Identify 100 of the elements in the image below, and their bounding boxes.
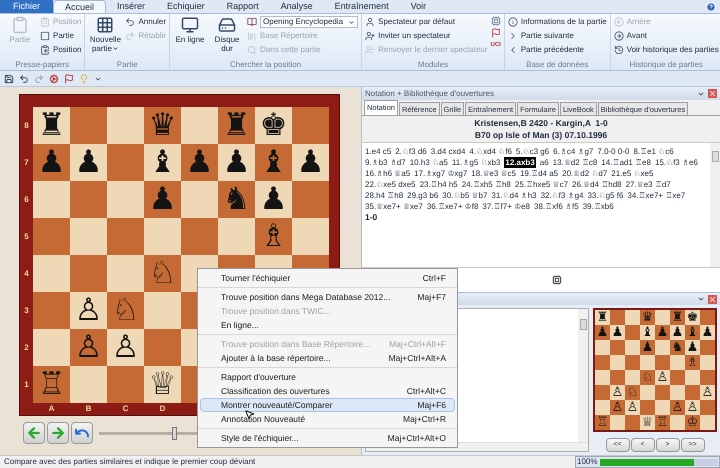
move-text[interactable]: 10.h3 ♘a5 (410, 157, 448, 168)
board-square[interactable] (595, 355, 610, 370)
board-square[interactable] (181, 218, 218, 255)
menu-item[interactable]: Montrer nouveauté/Comparer Maj+F6 (200, 398, 455, 412)
board-square[interactable] (700, 355, 715, 370)
board-square[interactable] (640, 385, 655, 400)
move-text[interactable]: 3.d4 cxd4 (430, 146, 466, 157)
board-square[interactable] (33, 181, 70, 218)
board-square[interactable] (670, 415, 685, 430)
current-move[interactable]: 12.axb3 (504, 157, 536, 168)
ribbon-tab[interactable]: Voir (400, 0, 438, 13)
dropdown[interactable]: Opening Encyclopedia (260, 16, 358, 28)
move-text[interactable]: 5.♘c3 g6 (516, 146, 550, 157)
board-square[interactable] (70, 255, 107, 292)
board-square[interactable] (181, 181, 218, 218)
chip-icon[interactable] (552, 275, 562, 285)
scrollbar[interactable] (710, 143, 720, 267)
file-tab[interactable]: Fichier (0, 0, 54, 13)
ribbon-button[interactable]: Nouvelle partie (88, 16, 122, 60)
board-square[interactable] (625, 310, 640, 325)
board-square[interactable] (670, 370, 685, 385)
move-text[interactable]: 30.♘b5 ♕b7 (442, 190, 488, 201)
move-text[interactable]: 1.e4 c5 (365, 146, 392, 157)
board-square[interactable] (670, 355, 685, 370)
move-text[interactable]: 39.♖xb6 (582, 201, 614, 212)
menu-item[interactable]: Classification des ouvertures Ctrl+Alt+C (200, 384, 455, 398)
board-square[interactable] (655, 355, 670, 370)
board-square[interactable] (625, 355, 640, 370)
board-square[interactable] (700, 340, 715, 355)
board-square[interactable] (595, 340, 610, 355)
move-text[interactable]: 20.♕d2 ♘d7 (562, 168, 608, 179)
board-square[interactable] (107, 144, 144, 181)
move-text[interactable]: 37.♖f7+ ♔e8 (482, 201, 530, 212)
board-square[interactable] (70, 181, 107, 218)
ribbon-tab[interactable]: Accueil (53, 0, 106, 13)
board-square[interactable] (33, 255, 70, 292)
move-text[interactable]: 23.♖h4 h5 (420, 179, 458, 190)
board-square[interactable] (144, 292, 181, 329)
move-text[interactable]: 36.♖xe7+ ♔f8 (426, 201, 478, 212)
flag-icon[interactable] (490, 28, 501, 38)
move-text[interactable]: 14.♖ad1 ♖e8 (601, 157, 651, 168)
board-square[interactable] (218, 218, 255, 255)
move-text[interactable]: 35.♕xe7+ ♕xe7 (365, 201, 423, 212)
board-square[interactable] (33, 292, 70, 329)
board-square[interactable] (107, 255, 144, 292)
ribbon-button[interactable]: Annuler (125, 16, 166, 28)
close-icon[interactable] (708, 294, 717, 304)
ribbon-button[interactable]: En ligne (173, 16, 208, 60)
board-square[interactable] (625, 340, 640, 355)
ribbon-button[interactable]: Informations de la partie (508, 16, 607, 28)
ribbon-button[interactable]: Spectateur par défaut (365, 16, 488, 28)
board-square[interactable] (33, 218, 70, 255)
forward-button[interactable] (47, 422, 69, 444)
ribbon-tab[interactable]: Analyse (270, 0, 324, 13)
ribbon-button[interactable]: Avant (614, 30, 719, 42)
board-square[interactable] (610, 370, 625, 385)
slider-thumb[interactable] (172, 426, 177, 440)
ribbon-button[interactable]: Partie suivante (508, 30, 607, 42)
board-square[interactable] (625, 325, 640, 340)
back-button[interactable] (23, 422, 45, 444)
board-square[interactable] (655, 400, 670, 415)
board-square[interactable] (595, 370, 610, 385)
ribbon-button[interactable]: Partie (40, 30, 82, 42)
board-square[interactable] (292, 218, 329, 255)
menu-item[interactable]: En ligne... (200, 318, 455, 332)
move-text[interactable]: 4.♘xd4 ♘f6 (469, 146, 512, 157)
move-text[interactable]: 32.♘f3 ♗g4 (540, 190, 584, 201)
menu-item[interactable]: Ajouter à la base répertoire... Maj+Ctrl+Alt+A (200, 351, 455, 365)
board-square[interactable] (685, 385, 700, 400)
move-text[interactable]: 19.♖d4 a5 (520, 168, 558, 179)
board-square[interactable] (640, 355, 655, 370)
ribbon-tab[interactable]: Entraînement (324, 0, 400, 13)
move-text[interactable]: 11.♗g5 ♘xb3 (452, 157, 500, 168)
ribbon-tab[interactable]: Echiquier (156, 0, 216, 13)
ribbon-button[interactable]: Voir historique des parties (614, 44, 719, 56)
move-text[interactable]: 26.♕d4 ♖hd8 (572, 179, 622, 190)
ribbon-button[interactable]: Disque dur (210, 16, 244, 60)
ribbon-tab[interactable]: Insérer (106, 0, 156, 13)
move-text[interactable]: 17.♗xg7 ♔xg7 (414, 168, 468, 179)
move-text[interactable]: 31.♘d4 ♗h3 (491, 190, 537, 201)
gear-icon[interactable] (49, 74, 59, 84)
board-square[interactable] (595, 385, 610, 400)
move-text[interactable]: 24.♖xh5 ♖h8 (462, 179, 511, 190)
menu-item[interactable]: Tourner l'échiquier Ctrl+F (200, 271, 455, 285)
move-text[interactable]: a6 (540, 157, 549, 168)
move-text[interactable]: 9.♗b3 ♗d7 (365, 157, 406, 168)
board-square[interactable] (700, 370, 715, 385)
menu-item[interactable]: Style de l'échiquier... Maj+Ctrl+Alt+O (200, 431, 455, 445)
move-text[interactable]: 22.♘xe5 dxe5 (365, 179, 416, 190)
lightbulb-icon[interactable] (79, 74, 89, 84)
board-square[interactable] (700, 310, 715, 325)
menu-item[interactable]: Annotation Nouveauté Maj+Ctrl+R (200, 412, 455, 426)
ribbon-button[interactable]: Partie précédente (508, 44, 607, 56)
ribbon-button[interactable]: Position (40, 44, 82, 56)
move-text[interactable]: 21.e5 ♘xe5 (611, 168, 654, 179)
move-text[interactable]: 29.g3 b6 (407, 190, 438, 201)
move-text[interactable]: 38.♖xf6 ♗f5 (534, 201, 579, 212)
board-square[interactable] (670, 385, 685, 400)
board-square[interactable] (70, 107, 107, 144)
board-square[interactable] (107, 366, 144, 403)
